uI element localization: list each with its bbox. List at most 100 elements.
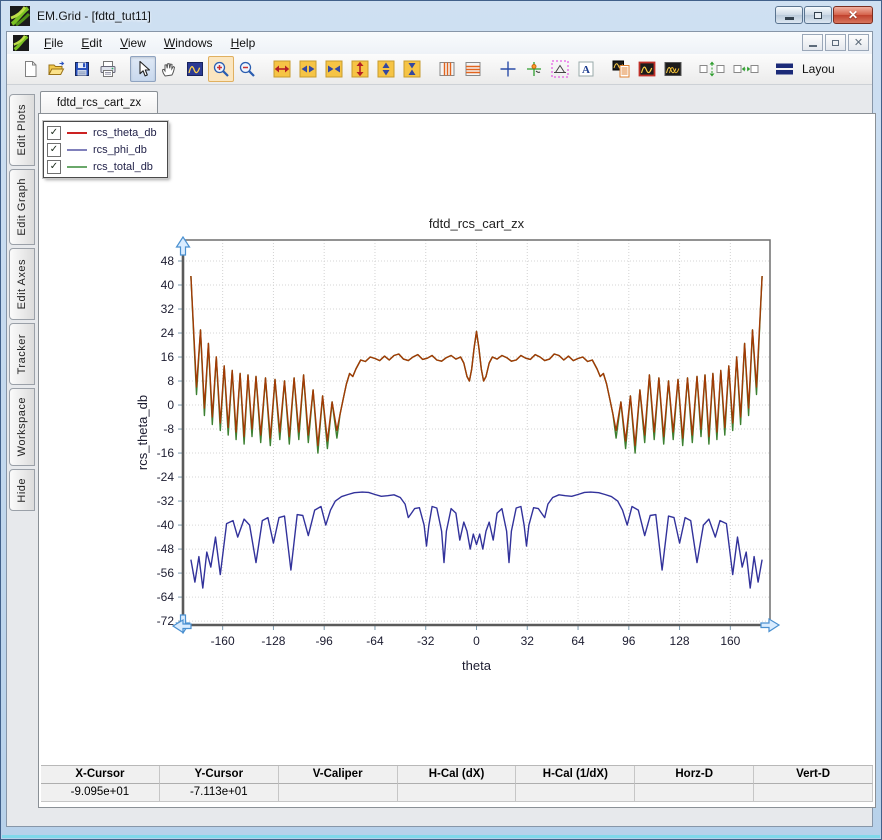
menu-view[interactable]: View [111,32,155,54]
plot-red-frame-button[interactable] [634,56,660,82]
svg-text:A: A [582,64,590,76]
plot-overlay-button[interactable] [660,56,686,82]
save-file-button[interactable] [69,56,95,82]
sidebar-tab-edit-axes[interactable]: Edit Axes [9,248,35,320]
sidebar-tab-tracker[interactable]: Tracker [9,323,35,385]
mdi-restore-button[interactable] [825,34,846,51]
chart-area[interactable]: -160-128-96-64-3203264961281604840322416… [39,114,875,807]
sidebar-tab-workspace[interactable]: Workspace [9,388,35,466]
caliper-button[interactable] [547,56,573,82]
h-expand-icon [273,60,291,78]
pan-hand-button[interactable] [156,56,182,82]
layout-button[interactable] [772,56,798,82]
sidebar-tab-edit-plots[interactable]: Edit Plots [9,94,35,166]
tracker-icon [525,60,543,78]
v-arrows-out-button[interactable] [373,56,399,82]
plot-red-frame-icon [638,60,656,78]
y-tick-label: -8 [163,422,174,436]
align-horizontal-icon [733,60,759,78]
select-arrow-icon [134,60,152,78]
legend-item-rcs-phi-db: ✓ rcs_phi_db [47,141,157,158]
x-axis-left-handle[interactable] [173,620,191,633]
mdi-close-button[interactable]: ✕ [848,34,869,51]
chart-title: fdtd_rcs_cart_zx [429,216,525,231]
x-axis-right-handle[interactable] [761,619,779,632]
pan-hand-icon [160,60,178,78]
mdi-minimize-icon [809,45,817,47]
menu-help[interactable]: Help [222,32,265,54]
y-tick-label: -24 [157,470,175,484]
tab-fdtd-rcs-cart-zx[interactable]: fdtd_rcs_cart_zx [40,91,158,114]
col-v-caliper: V-Caliper [279,766,398,784]
y-tick-label: -72 [157,614,175,628]
readout-header-row: X-Cursor Y-Cursor V-Caliper H-Cal (dX) H… [41,766,873,784]
menu-edit[interactable]: Edit [72,32,111,54]
h-arrows-out-button[interactable] [295,56,321,82]
text-annotation-button[interactable]: A [573,56,599,82]
select-arrow-button[interactable] [130,56,156,82]
close-button[interactable]: ✕ [833,6,873,24]
col-vert-d: Vert-D [754,766,873,784]
y-tick-label: -40 [157,518,175,532]
v-arrows-in-button[interactable] [399,56,425,82]
y-tick-label: -56 [157,566,175,580]
open-file-button[interactable] [43,56,69,82]
y-tick-label: 48 [161,254,175,268]
y-tick-label: 24 [161,326,175,340]
menu-windows[interactable]: Windows [155,32,222,54]
x-tick-label: -128 [261,634,285,648]
v-arrows-in-icon [403,60,421,78]
h-arrows-out-icon [299,60,317,78]
mdi-minimize-button[interactable] [802,34,823,51]
x-tick-label: -96 [316,634,334,648]
text-annotation-icon: A [577,60,595,78]
y-tick-label: 16 [161,350,175,364]
legend: ✓ rcs_theta_db ✓ rcs_phi_db ✓ rcs_total_… [43,121,168,178]
v-arrows-out-icon [377,60,395,78]
plot-panel: -160-128-96-64-3203264961281604840322416… [38,113,876,808]
restore-button[interactable] [804,6,832,24]
tracker-button[interactable] [521,56,547,82]
legend-checkbox-rcs-total-db[interactable]: ✓ [47,160,61,174]
print-icon [99,60,117,78]
legend-checkbox-rcs-phi-db[interactable]: ✓ [47,143,61,157]
sidebar-tab-hide[interactable]: Hide [9,469,35,511]
col-horz-d: Horz-D [635,766,754,784]
gridlines-vertical-button[interactable] [434,56,460,82]
new-file-button[interactable] [17,56,43,82]
minimize-icon [785,17,794,20]
plot-window-button[interactable] [182,56,208,82]
zoom-in-button[interactable] [208,56,234,82]
menu-file[interactable]: File [35,32,72,54]
zoom-out-button[interactable] [234,56,260,82]
sidebar-tab-edit-graph[interactable]: Edit Graph [9,169,35,245]
align-vertical-button[interactable] [695,56,729,82]
legend-checkbox-rcs-theta-db[interactable]: ✓ [47,126,61,140]
x-tick-label: 96 [622,634,636,648]
h-arrows-in-icon [325,60,343,78]
y-tick-label: -64 [157,590,175,604]
y-tick-label: 32 [161,302,175,316]
h-expand-button[interactable] [269,56,295,82]
align-horizontal-button[interactable] [729,56,763,82]
x-tick-label: 0 [473,634,480,648]
plot-report-button[interactable] [608,56,634,82]
zoom-out-icon [238,60,256,78]
save-file-icon [73,60,91,78]
crosshair-icon [499,60,517,78]
legend-swatch-rcs-theta-db [67,132,87,134]
col-y-cursor: Y-Cursor [160,766,279,784]
minimize-button[interactable] [775,6,803,24]
value-v-caliper [279,784,398,802]
crosshair-button[interactable] [495,56,521,82]
col-h-cal-dx: H-Cal (dX) [398,766,517,784]
v-expand-button[interactable] [347,56,373,82]
gridlines-horizontal-button[interactable] [460,56,486,82]
value-h-cal-dx [398,784,517,802]
app-logo-icon [10,6,30,26]
h-arrows-in-button[interactable] [321,56,347,82]
plot-overlay-icon [664,60,682,78]
value-x-cursor: -9.095e+01 [41,784,160,802]
open-file-icon [47,60,65,78]
print-button[interactable] [95,56,121,82]
